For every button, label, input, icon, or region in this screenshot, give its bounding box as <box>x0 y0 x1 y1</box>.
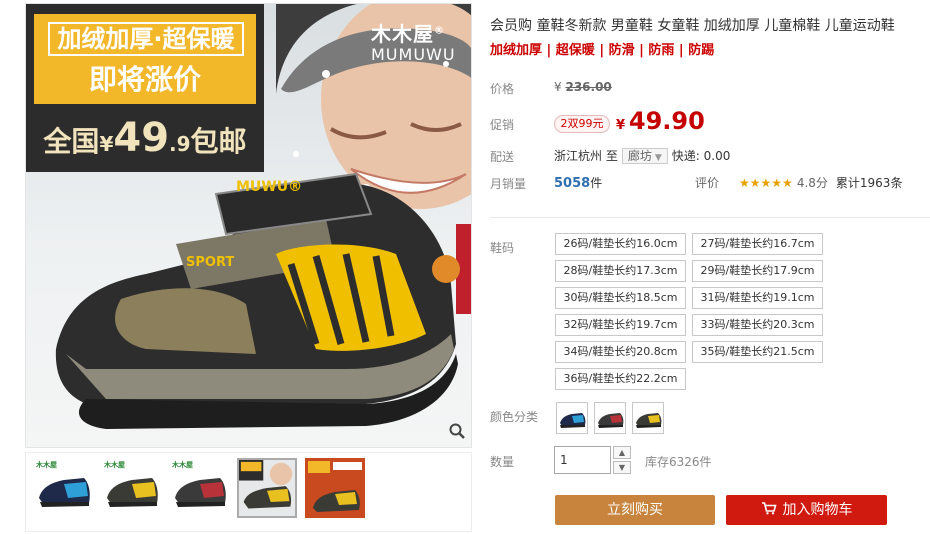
thumbnail-5[interactable] <box>305 458 365 518</box>
thumbnail-2[interactable]: 木木屋 <box>102 458 162 518</box>
monthly-sales-unit: 件 <box>590 176 603 190</box>
size-label: 鞋码 <box>490 241 515 255</box>
list-price-value: 236.00 <box>565 80 612 94</box>
promo-price-suffix: 包邮 <box>190 125 247 158</box>
promo-banner: 加绒加厚·超保暖 即将涨价 全国¥49.9包邮 <box>26 4 264 172</box>
shipping-info: 浙江杭州 至廊坊 ▼ 快递: 0.00 <box>554 147 730 164</box>
thumbnail-3[interactable]: 木木屋 <box>170 458 230 518</box>
size-option[interactable]: 29码/鞋垫长约17.9cm <box>692 260 823 282</box>
size-option[interactable]: 35码/鞋垫长约21.5cm <box>692 341 823 363</box>
size-option[interactable]: 33码/鞋垫长约20.3cm <box>692 314 823 336</box>
size-option[interactable]: 34码/鞋垫长约20.8cm <box>555 341 686 363</box>
shipping-destination: 廊坊 <box>627 149 652 163</box>
shoe-red-swatch <box>598 413 624 428</box>
monthly-sales-count: 5058 <box>554 176 591 191</box>
thumbnail-brand: 木木屋 <box>172 461 193 469</box>
size-option[interactable]: 30码/鞋垫长约18.5cm <box>555 287 686 309</box>
sale-price-currency: ¥ <box>616 118 626 133</box>
size-option[interactable]: 31码/鞋垫长约19.1cm <box>692 287 823 309</box>
section-divider <box>490 217 930 218</box>
size-option[interactable]: 28码/鞋垫长约17.3cm <box>555 260 686 282</box>
color-label: 颜色分类 <box>490 410 539 424</box>
promo-price-prefix: 全国 <box>43 125 100 158</box>
svg-text:MUWU®: MUWU® <box>236 179 302 195</box>
feature-thumbnail-image <box>305 458 365 518</box>
shipping-label: 配送 <box>490 150 515 164</box>
shopping-cart-icon <box>761 495 777 525</box>
monthly-sales: 5058件 <box>554 174 602 191</box>
shipping-destination-select[interactable]: 廊坊 ▼ <box>621 148 668 164</box>
chevron-down-icon: ▼ <box>654 153 662 163</box>
promo-headline: 加绒加厚·超保暖 <box>48 22 244 56</box>
rating-label: 评价 <box>695 176 720 190</box>
promo-badge: 加绒加厚·超保暖 即将涨价 <box>34 14 256 104</box>
add-to-cart-button[interactable]: 加入购物车 <box>726 495 887 525</box>
size-option[interactable]: 32码/鞋垫长约19.7cm <box>555 314 686 336</box>
promo-price-decimal: .9 <box>169 132 191 156</box>
brand-name-en: MUMUWU <box>371 45 456 64</box>
promo-thumbnail-image <box>239 460 295 516</box>
promo-price-integer: 49 <box>113 115 170 161</box>
star-rating-icon: ★★★★★ <box>739 176 793 190</box>
thumbnail-brand: 木木屋 <box>36 461 57 469</box>
svg-text:SPORT: SPORT <box>186 255 234 270</box>
rating: 评价 ★★★★★ 4.8分 累计1963条 <box>695 174 902 191</box>
quantity-decrease-button[interactable]: ▼ <box>613 461 631 474</box>
add-to-cart-label: 加入购物车 <box>782 502 853 518</box>
shoe-blue-swatch <box>560 413 586 428</box>
shoe-yellow-swatch <box>636 413 662 428</box>
quantity-increase-button[interactable]: ▲ <box>613 446 631 459</box>
shipping-from: 浙江杭州 至 <box>554 149 618 163</box>
promo-price: 全国¥49.9包邮 <box>26 116 264 169</box>
magnifier-icon[interactable] <box>447 423 467 443</box>
review-count-link[interactable]: 累计1963条 <box>836 176 903 190</box>
buy-now-label: 立刻购买 <box>607 502 663 518</box>
list-price-currency: ¥ <box>554 80 562 94</box>
rating-score: 4.8分 <box>796 176 828 190</box>
stock-count: 库存6326件 <box>645 455 712 469</box>
brand-logo: 木木屋® MUMUWU <box>371 18 456 64</box>
color-option-red[interactable] <box>594 402 626 434</box>
main-product-image[interactable]: MUWU® SPORT 加绒加厚·超保暖 即将涨价 全国¥49.9包邮 木木屋®… <box>25 3 472 448</box>
list-price-label: 价格 <box>490 82 515 96</box>
size-option[interactable]: 27码/鞋垫长约16.7cm <box>692 233 823 255</box>
monthly-sales-label: 月销量 <box>490 177 527 191</box>
promo-label: 促销 <box>490 118 515 132</box>
thumbnail-strip: 木木屋 木木屋 木木屋 <box>25 452 472 532</box>
thumbnail-4[interactable] <box>237 458 297 518</box>
color-option-yellow[interactable] <box>632 402 664 434</box>
brand-name-cn: 木木屋 <box>371 22 434 46</box>
sale-price-value: 49.90 <box>628 107 705 135</box>
promo-subheadline: 即将涨价 <box>88 63 201 96</box>
quantity-label: 数量 <box>490 455 515 469</box>
quantity-input[interactable] <box>554 446 611 474</box>
sale-price: ¥ 49.90 <box>616 107 705 135</box>
size-option[interactable]: 26码/鞋垫长约16.0cm <box>555 233 686 255</box>
promo-tag[interactable]: 2双99元 <box>554 115 610 133</box>
list-price: ¥ 236.00 <box>554 80 612 94</box>
shipping-fee: 快递: 0.00 <box>671 149 731 163</box>
thumbnail-1[interactable]: 木木屋 <box>34 458 94 518</box>
promo-price-currency: ¥ <box>99 132 114 156</box>
size-option[interactable]: 36码/鞋垫长约22.2cm <box>555 368 686 390</box>
registered-mark: ® <box>434 25 445 37</box>
product-title: 会员购 童鞋冬新款 男童鞋 女童鞋 加绒加厚 儿童棉鞋 儿童运动鞋 <box>490 18 895 34</box>
buy-now-button[interactable]: 立刻购买 <box>555 495 715 525</box>
product-subtitle: 加绒加厚 | 超保暖 | 防滑 | 防雨 | 防踢 <box>490 43 715 58</box>
color-option-blue[interactable] <box>556 402 588 434</box>
thumbnail-brand: 木木屋 <box>104 461 125 469</box>
